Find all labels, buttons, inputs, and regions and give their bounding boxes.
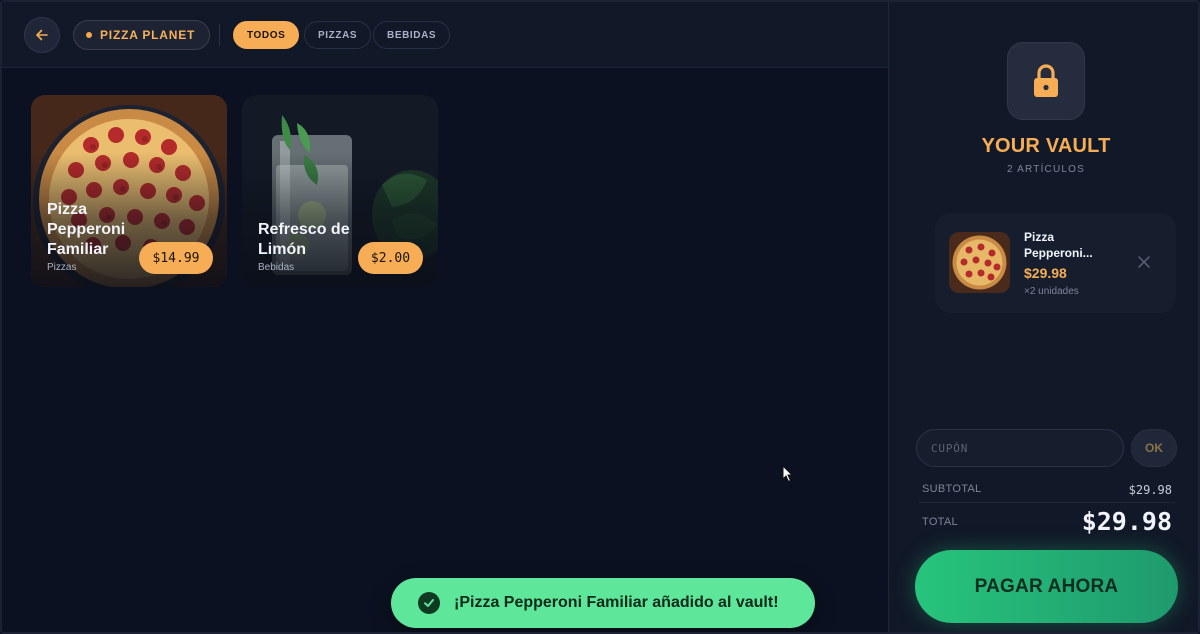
- cart-item-price: $29.98: [1024, 265, 1067, 281]
- product-title: Refresco de Limón: [258, 221, 350, 258]
- pay-now-button[interactable]: PAGAR AHORA: [915, 550, 1178, 623]
- cart-item-thumbnail: [949, 232, 1010, 293]
- main-area: PIZZA PLANET TODOS PIZZAS BEBIDAS Pizza …: [2, 2, 888, 632]
- product-category: Bebidas: [258, 262, 295, 273]
- product-price-button[interactable]: $2.00: [358, 242, 423, 274]
- status-dot-icon: [86, 32, 92, 38]
- tab-todos[interactable]: TODOS: [233, 21, 300, 49]
- top-bar: PIZZA PLANET TODOS PIZZAS BEBIDAS: [2, 2, 888, 68]
- total-value: $29.98: [1081, 507, 1172, 536]
- check-circle-icon: [418, 592, 440, 614]
- app-window: PIZZA PLANET TODOS PIZZAS BEBIDAS Pizza …: [0, 0, 1200, 634]
- brand-name: PIZZA PLANET: [100, 28, 196, 42]
- subtotal-label: SUBTOTAL: [922, 483, 982, 495]
- vault-title: YOUR VAULT: [981, 135, 1111, 157]
- cart-item-name: Pizza Pepperoni...: [1024, 230, 1093, 260]
- cart-item-quantity: ×2 unidades: [1024, 286, 1079, 297]
- coupon-apply-button[interactable]: OK: [1131, 429, 1177, 467]
- close-icon[interactable]: [1137, 255, 1151, 269]
- product-card-pizza[interactable]: Pizza Pepperoni Familiar Pizzas $14.99: [31, 95, 227, 287]
- product-category: Pizzas: [47, 262, 77, 273]
- lock-icon: [1034, 64, 1058, 97]
- subtotal-value: $29.98: [1128, 483, 1172, 497]
- toast-message: ¡Pizza Pepperoni Familiar añadido al vau…: [454, 594, 779, 611]
- coupon-input[interactable]: [916, 429, 1124, 467]
- vault-item-count: 2 ARTÍCULOS: [1006, 164, 1086, 175]
- toast-notification: ¡Pizza Pepperoni Familiar añadido al vau…: [391, 578, 815, 628]
- back-button[interactable]: [24, 17, 60, 53]
- vault-icon-box: [1007, 42, 1085, 120]
- product-card-drink[interactable]: Refresco de Limón Bebidas $2.00: [242, 95, 438, 287]
- header-divider: [219, 24, 220, 46]
- arrow-left-icon: [36, 29, 48, 41]
- tab-pizzas[interactable]: PIZZAS: [304, 21, 372, 49]
- summary-divider: [919, 502, 1175, 503]
- brand-badge[interactable]: PIZZA PLANET: [73, 20, 211, 50]
- tab-bebidas[interactable]: BEBIDAS: [373, 21, 451, 49]
- product-price-button[interactable]: $14.99: [139, 242, 213, 274]
- total-label: TOTAL: [922, 516, 958, 528]
- vault-sidebar: YOUR VAULT 2 ARTÍCULOS Pizza Pepperoni..…: [888, 2, 1198, 632]
- cart-item: Pizza Pepperoni... $29.98 ×2 unidades: [935, 213, 1176, 313]
- mouse-cursor-icon: [782, 465, 794, 483]
